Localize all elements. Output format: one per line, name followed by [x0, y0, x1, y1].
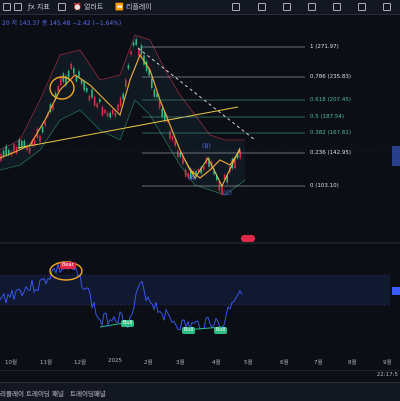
candle-body: [70, 63, 72, 70]
candle-body: [169, 131, 171, 139]
axis-label: 3월: [176, 360, 185, 366]
fib-label-0618: 0.618 (207.45): [310, 97, 352, 103]
axis-label: 6월: [280, 360, 289, 366]
candle-body: [161, 108, 163, 118]
axis-label: 4월: [212, 360, 221, 366]
bull-badge-2: Bull: [182, 327, 196, 334]
candle-body: [122, 93, 124, 100]
candle-body: [112, 110, 114, 115]
fib-label-1: 1 (271.97): [310, 44, 339, 50]
candle-body: [125, 79, 127, 87]
candle-body: [130, 51, 132, 55]
fib-label-0236: 0.236 (142.95): [310, 150, 352, 156]
candle-body: [86, 87, 88, 92]
price-axis-tag: [392, 146, 400, 166]
candle-body: [39, 135, 41, 142]
axis-label: 8월: [348, 360, 357, 366]
bull-badge-1: Bull: [121, 320, 135, 327]
time-axis[interactable]: 10월 11월 12월 2025 2월 3월 4월 5월 6월 7월 8월 9월: [0, 356, 400, 368]
axis-label: 12월: [74, 360, 87, 366]
time-status-bar: 22:17:5: [0, 370, 400, 381]
bottom-panel-tabs: 리플레이 트레이딩 패널 트레이딩패널: [0, 382, 400, 401]
candle-body: [2, 150, 5, 157]
bear-badge: Bear: [60, 262, 76, 269]
tab-replay-trading-panel[interactable]: 리플레이 트레이딩 패널: [0, 388, 64, 398]
candle-body: [41, 126, 44, 133]
candle-body: [117, 104, 119, 111]
candle-body: [101, 106, 104, 116]
fib-label-0: 0 (103.10): [310, 183, 339, 189]
candle-body: [5, 145, 7, 156]
bull-badge-3: Bull: [214, 327, 228, 334]
candle-body: [104, 109, 106, 114]
axis-label: 2월: [144, 360, 153, 366]
price-chart[interactable]: [0, 0, 400, 400]
candle-body: [96, 103, 98, 108]
candle-body: [88, 95, 91, 101]
rsi-axis-tag: [392, 287, 400, 295]
candle-body: [15, 146, 18, 154]
candle-body: [13, 144, 15, 152]
candle-body: [177, 150, 179, 158]
candle-body: [67, 70, 70, 79]
axis-label: 10월: [5, 360, 18, 366]
candle-body: [132, 42, 135, 46]
axis-label: 11월: [40, 360, 53, 366]
candle-body: [135, 39, 137, 45]
candle-body: [153, 89, 156, 97]
wave-label-a: (A): [188, 175, 197, 182]
clock-display: 22:17:5: [376, 372, 398, 378]
candle-body: [57, 85, 59, 93]
candle-body: [99, 99, 101, 103]
tab-trading-panel[interactable]: 트레이딩패널: [70, 388, 106, 398]
candle-body: [106, 113, 109, 117]
candle-body: [179, 152, 182, 158]
candle-body: [127, 65, 130, 69]
candle-body: [184, 169, 187, 177]
candle-body: [119, 97, 122, 107]
candle-body: [239, 150, 241, 159]
candle-body: [60, 77, 62, 86]
candle-body: [109, 112, 111, 118]
candle-body: [83, 81, 85, 91]
candle-body: [174, 140, 176, 146]
axis-label: 9월: [383, 360, 392, 366]
candle-body: [114, 113, 117, 117]
candle-body: [75, 76, 78, 82]
candle-body: [73, 68, 75, 74]
fib-label-0786: 0.786 (235.83): [310, 74, 352, 80]
axis-label: 5월: [244, 360, 253, 366]
collapse-pane-button: [241, 235, 255, 242]
candle-body: [93, 96, 96, 106]
candle-body: [151, 78, 153, 88]
candle-body: [23, 140, 26, 147]
axis-label: 7월: [314, 360, 323, 366]
candle-body: [21, 140, 23, 147]
candle-body: [78, 71, 80, 77]
candle-body: [203, 166, 205, 170]
candle-body: [234, 160, 236, 169]
wave-label-c: (C): [223, 190, 232, 197]
candle-body: [140, 45, 143, 55]
candle-body: [171, 136, 174, 141]
fib-label-0382: 0.382 (167.61): [310, 130, 352, 136]
candle-body: [91, 89, 93, 98]
fib-label-05: 0.5 (187.54): [310, 114, 345, 120]
candle-body: [44, 121, 46, 126]
wave-label-b: (B): [202, 143, 211, 150]
candle-body: [80, 79, 83, 84]
axis-label: 2025: [108, 358, 122, 364]
candle-body: [138, 48, 140, 56]
